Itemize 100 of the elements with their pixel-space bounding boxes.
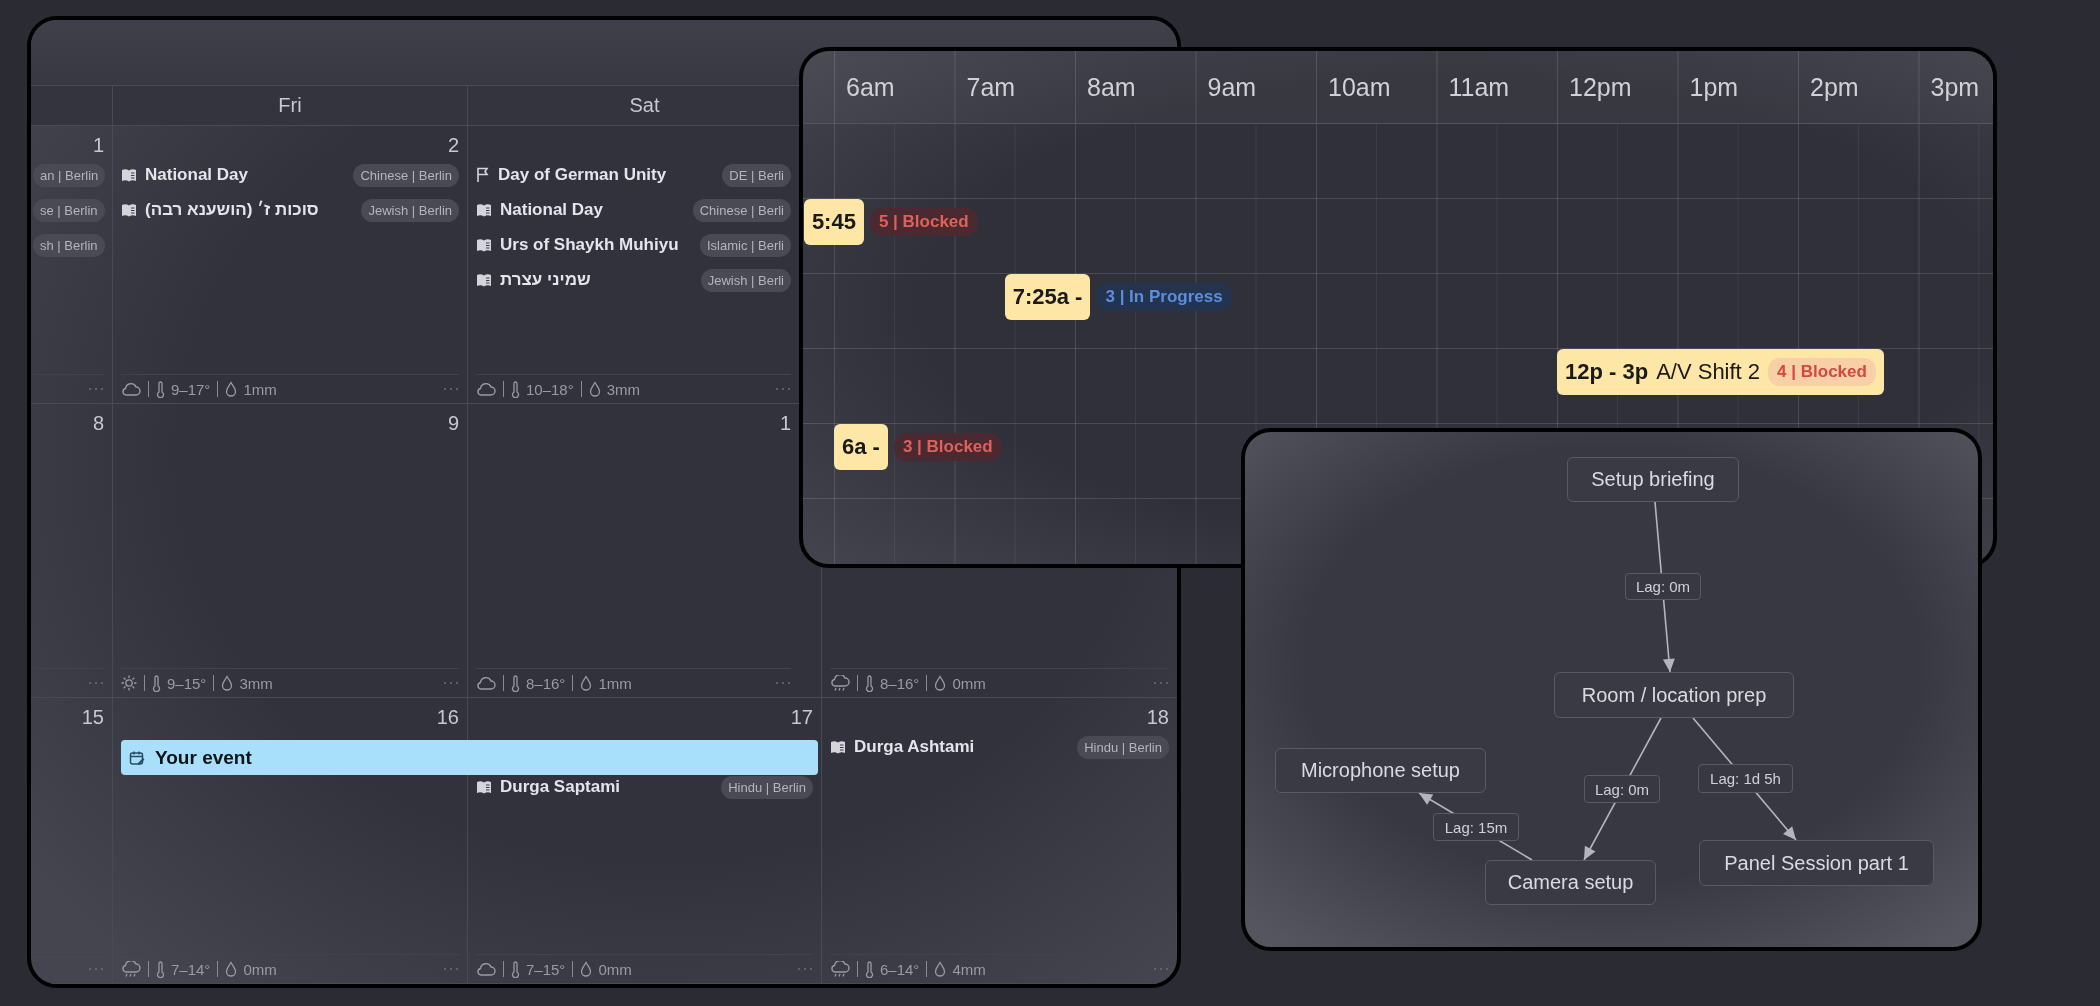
day-number: 18 <box>1146 705 1169 730</box>
temperature-range: 7–15° <box>526 960 566 978</box>
task-node[interactable]: Panel Session part 1 <box>1699 840 1934 886</box>
thermometer-icon <box>156 380 165 398</box>
drop-icon <box>934 961 947 977</box>
temperature-range: 6–14° <box>880 960 920 978</box>
drop-icon <box>580 675 593 691</box>
rainfall: 3mm <box>606 380 641 398</box>
book-icon <box>476 780 492 794</box>
event-title[interactable]: שמיני עצרת <box>500 270 591 290</box>
calendar-tag: sh | Berlin <box>33 233 105 257</box>
rainfall: 0mm <box>243 960 277 978</box>
event-bar[interactable]: Your event <box>121 740 818 775</box>
hour-label: 7am <box>966 72 1016 102</box>
book-icon <box>476 203 492 217</box>
thermometer-icon <box>511 960 520 978</box>
edge-label: Lag: 15m <box>1433 813 1519 841</box>
edge-label: Lag: 0m <box>1584 775 1660 803</box>
event-chip[interactable]: 7:25a - <box>1004 274 1091 320</box>
more-icon[interactable] <box>775 387 791 391</box>
calendar-tag: Hindu | Berlin <box>1077 735 1169 759</box>
book-icon <box>121 203 137 217</box>
rain-cloud-icon <box>121 960 141 978</box>
event-title[interactable]: סוכות ז׳ (הושענא רבה) <box>145 200 319 220</box>
event-chip[interactable]: 5:45 <box>803 199 864 245</box>
task-node[interactable]: Setup briefing <box>1567 457 1739 502</box>
event-title[interactable]: Day of German Unity <box>498 165 667 185</box>
hour-label: 8am <box>1087 72 1136 102</box>
book-icon <box>121 168 137 182</box>
more-icon[interactable] <box>1153 681 1169 685</box>
status-badge: 3 | Blocked <box>893 433 1002 461</box>
day-header: Fri <box>278 94 302 117</box>
calendar-tag: Hindu | Berlin <box>721 775 813 799</box>
task-node[interactable]: Microphone setup <box>1275 748 1486 793</box>
hour-label: 1pm <box>1689 72 1739 102</box>
temperature-range: 8–16° <box>880 674 920 692</box>
rainfall: 3mm <box>239 674 273 692</box>
temperature-range: 7–14° <box>171 960 211 978</box>
book-icon <box>830 740 846 754</box>
sun-icon <box>121 675 137 691</box>
day-header: Sat <box>629 94 660 117</box>
temperature-range: 9–17° <box>171 380 211 398</box>
drop-icon <box>221 675 234 691</box>
thermometer-icon <box>511 380 520 398</box>
rainfall: 0mm <box>952 674 986 692</box>
more-icon[interactable] <box>443 681 459 685</box>
cloud-icon <box>476 382 496 396</box>
event-title[interactable]: National Day <box>500 200 603 220</box>
event-title[interactable]: National Day <box>145 165 248 185</box>
day-number: 1 <box>92 133 104 158</box>
calendar-tag: se | Berlin <box>33 198 105 222</box>
calendar-tag: Islamic | Berli <box>699 233 791 257</box>
drop-icon <box>588 381 601 397</box>
drop-icon <box>934 675 947 691</box>
day-number: 9 <box>447 411 459 436</box>
event-chip[interactable]: 6a - <box>834 424 888 470</box>
task-node[interactable]: Room / location prep <box>1554 672 1794 718</box>
event-title[interactable]: Urs of Shaykh Muhiyu <box>500 235 679 255</box>
rainfall: 4mm <box>952 960 986 978</box>
day-number: 8 <box>92 411 104 436</box>
drop-icon <box>225 381 238 397</box>
more-icon[interactable] <box>88 681 104 685</box>
more-icon[interactable] <box>443 387 459 391</box>
drop-icon <box>225 961 238 977</box>
day-number: 2 <box>447 133 459 158</box>
thermometer-icon <box>865 960 874 978</box>
rainfall: 1mm <box>243 380 277 398</box>
rain-cloud-icon <box>830 960 850 978</box>
temperature-range: 9–15° <box>167 674 207 692</box>
thermometer-icon <box>865 674 874 692</box>
task-node[interactable]: Camera setup <box>1485 860 1656 905</box>
status-badge: 4 | Blocked <box>1768 358 1876 386</box>
hour-label: 9am <box>1207 72 1257 102</box>
temperature-range: 10–18° <box>526 380 574 398</box>
calendar-tag: Jewish | Berli <box>700 268 791 292</box>
more-icon[interactable] <box>88 387 104 391</box>
hour-label: 12pm <box>1569 72 1632 102</box>
drop-icon <box>580 961 593 977</box>
flag-icon <box>476 167 490 183</box>
day-number: 15 <box>81 705 104 730</box>
event-chip[interactable]: 12p - 3p A/V Shift 2 4 | Blocked <box>1557 349 1884 395</box>
edge-label: Lag: 1d 5h <box>1698 764 1793 793</box>
day-number: 17 <box>790 705 813 730</box>
calendar-tag: Jewish | Berlin <box>361 198 459 222</box>
hour-label: 10am <box>1328 72 1391 102</box>
rain-cloud-icon <box>830 674 850 692</box>
rainfall: 1mm <box>598 674 632 692</box>
hour-label: 2pm <box>1810 72 1859 102</box>
calendar-tag: Chinese | Berlin <box>353 163 459 187</box>
event-title[interactable]: Durga Saptami <box>500 777 620 797</box>
cloud-icon <box>121 382 141 396</box>
hour-label: 11am <box>1448 72 1510 102</box>
more-icon[interactable] <box>443 967 459 971</box>
more-icon[interactable] <box>775 681 791 685</box>
event-title[interactable]: Durga Ashtami <box>854 737 975 757</box>
book-icon <box>476 273 492 287</box>
hour-label: 3pm <box>1930 72 1980 102</box>
more-icon[interactable] <box>797 967 813 971</box>
hour-label: 6am <box>846 72 895 102</box>
status-badge: 3 | In Progress <box>1096 283 1232 311</box>
